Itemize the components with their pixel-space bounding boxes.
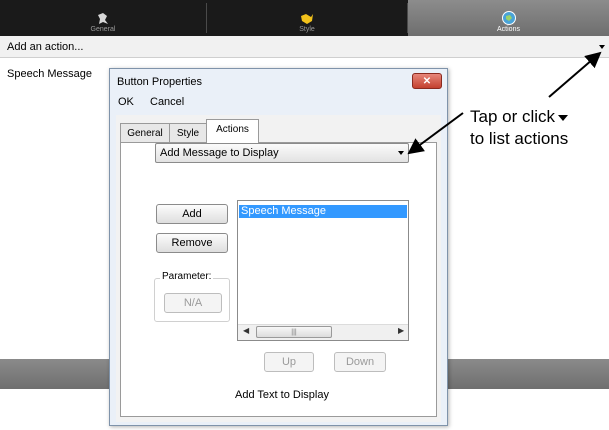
top-tab-actions-label: Actions	[497, 26, 520, 33]
ok-menu-item[interactable]: OK	[118, 96, 134, 108]
up-button[interactable]: Up	[264, 352, 314, 372]
remove-button[interactable]: Remove	[156, 233, 228, 253]
chevron-down-icon[interactable]	[599, 45, 605, 49]
close-icon: ✕	[422, 75, 432, 87]
chevron-down-icon	[558, 114, 569, 121]
style-icon	[301, 14, 313, 24]
grip-icon: |||	[291, 328, 297, 336]
add-action-dropdown[interactable]	[0, 36, 609, 58]
action-list-item[interactable]: Speech Message	[7, 68, 92, 80]
cancel-menu-item[interactable]: Cancel	[150, 96, 184, 108]
scroll-left-icon[interactable]: ◀	[243, 326, 249, 335]
down-button[interactable]: Down	[334, 352, 386, 372]
close-button[interactable]: ✕	[412, 73, 442, 89]
callout-line-2: to list actions	[470, 129, 569, 148]
tab-style[interactable]: Style	[169, 123, 207, 142]
scroll-thumb[interactable]: |||	[256, 326, 332, 338]
tab-general[interactable]: General	[120, 123, 170, 142]
callout-line-1: Tap or click	[470, 107, 556, 126]
callout-arrow	[548, 51, 602, 98]
actions-icon	[501, 11, 516, 25]
callout-text: Tap or click to list actions	[470, 106, 600, 150]
actions-listbox[interactable]	[237, 200, 409, 341]
parameter-label: Parameter:	[160, 271, 214, 282]
add-action-placeholder: Add an action...	[7, 41, 84, 53]
top-tab-actions[interactable]: Actions	[408, 0, 609, 36]
action-type-value: Add Message to Display	[160, 147, 279, 159]
parameter-button[interactable]: N/A	[164, 293, 222, 313]
chevron-down-icon	[398, 151, 404, 155]
list-item[interactable]: Speech Message	[239, 205, 407, 218]
add-button[interactable]: Add	[156, 204, 228, 224]
dialog-title: Button Properties	[117, 76, 202, 88]
scroll-right-icon[interactable]: ▶	[398, 326, 404, 335]
tab-actions[interactable]: Actions	[206, 119, 259, 143]
top-tab-style[interactable]: Style	[207, 0, 407, 36]
top-tab-general[interactable]: General	[0, 0, 206, 36]
top-tab-general-label: General	[90, 26, 116, 33]
action-description: Add Text to Display	[235, 389, 329, 401]
top-tab-style-label: Style	[299, 26, 315, 33]
general-icon	[98, 13, 108, 24]
